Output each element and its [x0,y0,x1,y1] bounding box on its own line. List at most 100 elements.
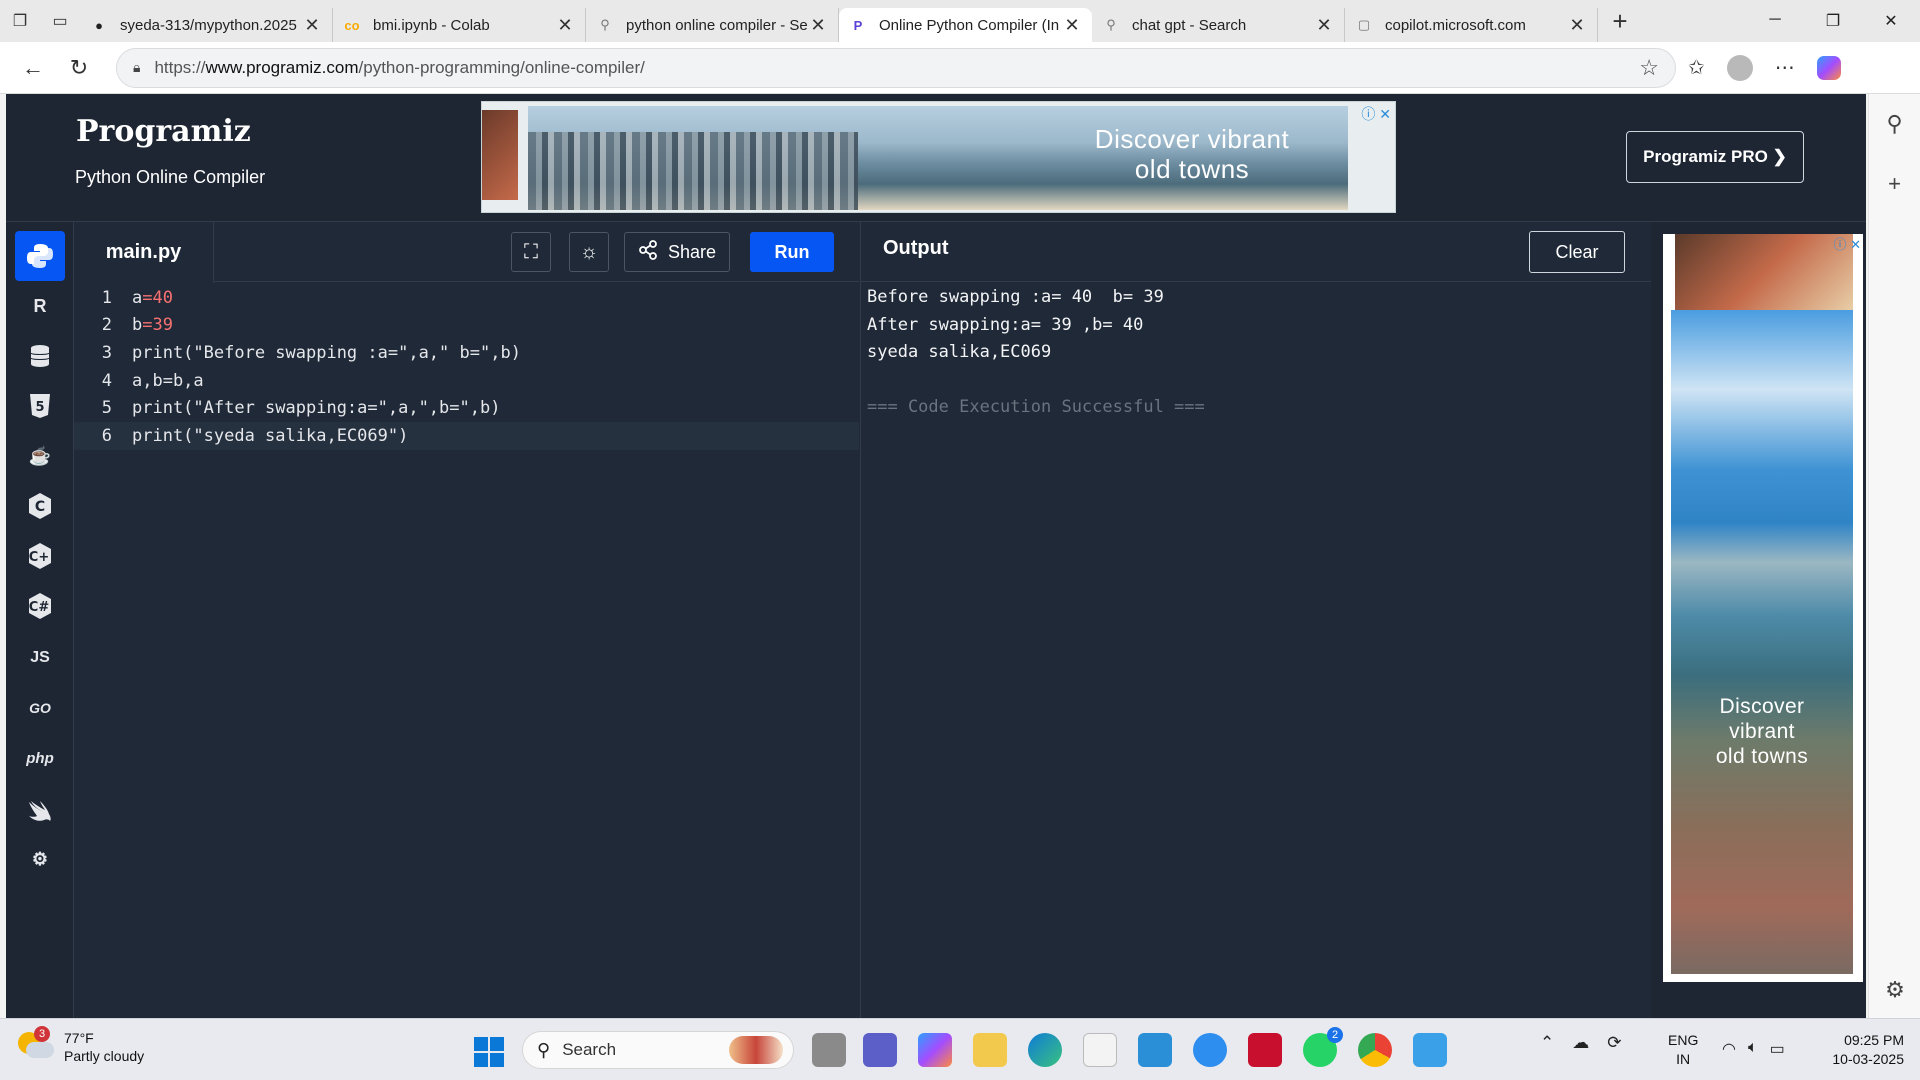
code-text: a=40 [132,288,173,308]
back-icon[interactable]: ← [10,55,56,81]
edge-browser-icon[interactable] [1028,1033,1062,1067]
whatsapp-icon[interactable]: 2 [1303,1027,1343,1067]
r-language-icon[interactable]: R [15,281,65,331]
ad-headline: Discover vibrant old towns [1042,124,1342,184]
workspaces-icon[interactable]: ❐ [0,0,40,42]
code-line[interactable]: 5 print("After swapping:a=",a,",b=",b) [74,394,859,422]
tab-actions-icon[interactable]: ▭ [40,0,80,42]
close-tab-icon[interactable]: ✕ [555,15,575,36]
search-highlight-image [729,1036,783,1064]
html5-icon[interactable]: 5 [15,381,65,431]
ad-city-skyline [528,132,858,210]
language-indicator[interactable]: ENG IN [1668,1031,1698,1069]
line-number: 5 [101,398,112,419]
code-line[interactable]: 4 a,b=b,a [74,367,859,395]
sidebar-settings-icon[interactable]: ⚙ [1869,960,1920,1020]
sync-icon[interactable]: ⟳ [1607,1033,1621,1053]
output-line: Before swapping :a= 40 b= 39 [867,287,1164,307]
share-button[interactable]: Share [624,232,730,272]
profile-avatar[interactable] [1726,54,1753,81]
tab-title: bmi.ipynb - Colab [373,16,490,34]
browser-tab[interactable]: ⚲ chat gpt - Search ✕ [1092,8,1345,42]
theme-toggle-sun-icon[interactable]: ☼ [569,232,609,272]
python-icon[interactable] [15,231,65,281]
code-line[interactable]: 2 b=39 [74,312,859,340]
code-line[interactable]: 1 a=40 [74,284,859,312]
taskbar-search[interactable]: ⚲ Search [522,1031,794,1069]
side-ad-close-icon[interactable]: ⓘ ✕ [1833,234,1861,253]
run-button[interactable]: Run [750,232,834,272]
close-window-icon[interactable]: ✕ [1862,11,1920,31]
swift-icon[interactable] [15,785,65,835]
java-icon[interactable]: ☕ [15,431,65,481]
php-icon[interactable]: php [15,733,65,783]
clear-button[interactable]: Clear [1529,231,1625,273]
code-line[interactable]: 3 print("Before swapping :a=",a," b=",b) [74,339,859,367]
csharp-language-icon[interactable]: C# [15,581,65,631]
browser-tab[interactable]: co bmi.ipynb - Colab ✕ [333,8,586,42]
copilot-icon[interactable] [1816,55,1841,80]
weather-temp: 77°F [64,1030,94,1046]
show-hidden-icons-icon[interactable]: ⌃ [1540,1033,1554,1053]
sql-database-icon[interactable] [15,331,65,381]
close-tab-icon[interactable]: ✕ [302,15,322,36]
svg-text:C: C [35,499,45,515]
close-tab-icon[interactable]: ✕ [1314,15,1334,36]
favorites-icon[interactable]: ✩ [1688,55,1705,80]
refresh-icon[interactable]: ↻ [56,55,102,81]
file-tab-main[interactable]: main.py [74,222,214,283]
copilot-app-icon[interactable] [918,1033,952,1067]
url-field[interactable]: 🔒︎ https://www.programiz.com/python-prog… [116,47,1676,88]
banner-advertisement[interactable]: Discover vibrant old towns ⓘ ✕ [481,101,1396,213]
more-menu-icon[interactable]: ⋯ [1775,55,1795,80]
file-explorer-icon[interactable] [973,1033,1007,1067]
onedrive-cloud-icon[interactable]: ☁ [1572,1033,1589,1053]
lock-icon[interactable]: 🔒︎ [133,59,140,76]
windows-start-icon[interactable] [474,1037,504,1067]
tab-title: python online compiler - Se [626,16,808,34]
sidebar-add-icon[interactable]: + [1869,154,1920,214]
chrome-icon[interactable] [1358,1033,1392,1067]
code-line-current[interactable]: 6 print("syeda salika,EC069") [74,421,859,450]
weather-widget[interactable]: 3 77°F Partly cloudy [18,1026,144,1065]
quick-settings[interactable]: ◠ 🔈︎ ▭ [1722,1039,1785,1059]
fullscreen-icon[interactable]: ⛶ [511,232,551,272]
mcafee-icon[interactable] [1248,1033,1282,1067]
microsoft-store-icon[interactable] [1083,1033,1117,1067]
code-area[interactable]: 1 a=40 2 b=39 3 print("Before swapping :a="… [74,284,859,450]
go-language-icon[interactable]: GO [15,683,65,733]
close-tab-icon[interactable]: ✕ [1062,15,1082,36]
side-advertisement[interactable]: Discover vibrant old towns ⓘ ✕ [1663,234,1863,982]
output-console[interactable]: Before swapping :a= 40 b= 39 After swapp… [861,284,1205,422]
favorite-star-icon[interactable]: ☆ [1639,55,1659,81]
clock[interactable]: 09:25 PM 10-03-2025 [1812,1031,1904,1069]
browser-tab-bar: ❐ ▭ ● syeda-313/mypython.2025 ✕ co bmi.i… [0,0,1920,42]
browser-tab[interactable]: ⚲ python online compiler - Se ✕ [586,8,839,42]
myhp-icon[interactable] [1138,1033,1172,1067]
restore-icon[interactable]: ❐ [1804,11,1862,31]
programiz-logo[interactable]: Programiz [76,114,251,149]
new-tab-button[interactable]: + [1598,6,1642,37]
javascript-icon[interactable]: JS [15,633,65,683]
close-tab-icon[interactable]: ✕ [1567,15,1587,36]
clock-date: 10-03-2025 [1832,1051,1904,1067]
cpp-language-icon[interactable]: C+ [15,531,65,581]
side-ad-thumbnail [1675,234,1853,312]
photos-app-icon[interactable] [1413,1033,1447,1067]
help-icon[interactable] [1193,1033,1227,1067]
browser-tab[interactable]: ● syeda-313/mypython.2025 ✕ [80,8,333,42]
sidebar-search-icon[interactable]: ⚲ [1869,94,1920,154]
minimize-icon[interactable]: ─ [1746,11,1804,31]
programiz-pro-button[interactable]: Programiz PRO ❯ [1626,131,1804,183]
browser-tab-active[interactable]: P Online Python Compiler (In ✕ [839,8,1092,42]
ad-close-icon[interactable]: ⓘ ✕ [1361,104,1391,124]
rust-icon[interactable]: ⚙ [15,834,65,884]
browser-tab[interactable]: ▢ copilot.microsoft.com ✕ [1345,8,1598,42]
url-path: /python-programming/online-compiler/ [358,57,645,77]
c-language-icon[interactable]: C [15,481,65,531]
task-view-icon[interactable] [812,1033,846,1067]
tab-title: chat gpt - Search [1132,16,1247,34]
teams-icon[interactable] [863,1033,897,1067]
close-tab-icon[interactable]: ✕ [808,15,828,36]
